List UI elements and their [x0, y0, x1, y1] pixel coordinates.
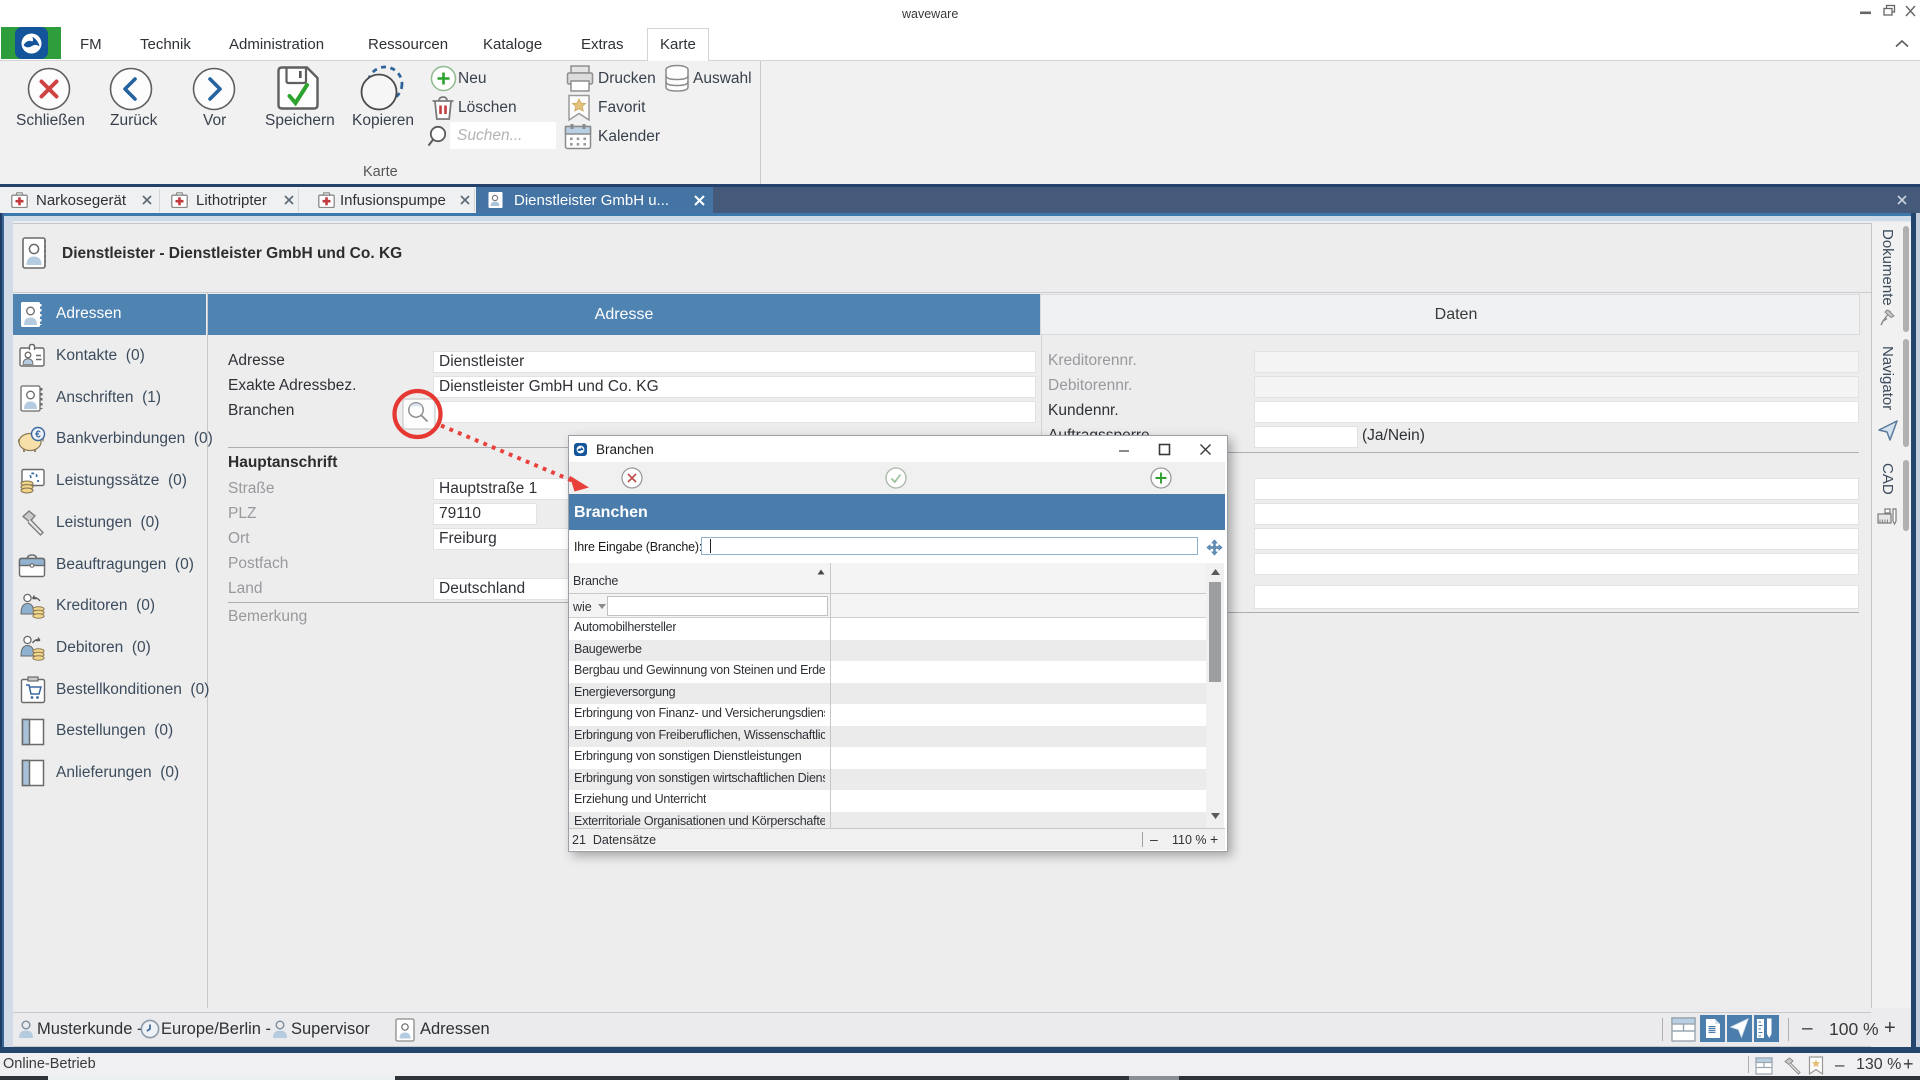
svg-text:€: € [35, 430, 41, 441]
